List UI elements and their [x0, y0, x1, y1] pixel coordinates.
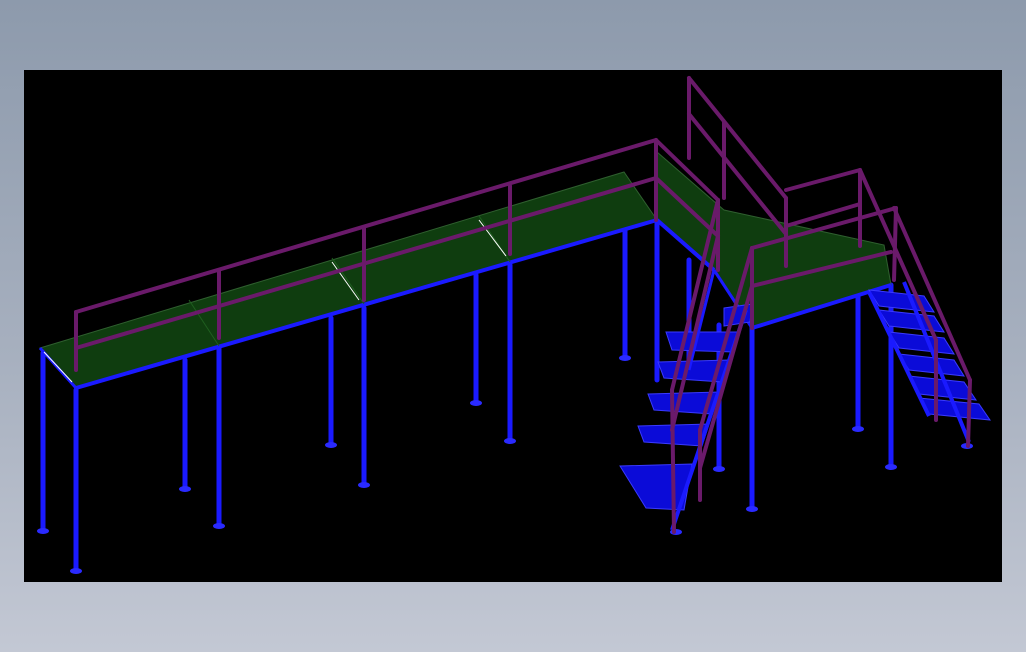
base-plate — [470, 400, 482, 406]
stair-rail — [966, 378, 972, 448]
stringer — [687, 269, 716, 371]
base-plate — [852, 426, 864, 432]
base-plate — [325, 442, 337, 448]
base-plate — [504, 438, 516, 444]
cad-viewport[interactable] — [24, 70, 1002, 582]
base-plate — [619, 355, 631, 361]
base-plate — [358, 482, 370, 488]
rail-post — [670, 388, 676, 534]
top-rail — [784, 168, 862, 192]
column-base-plates — [37, 355, 973, 574]
base-plate — [37, 528, 49, 534]
top-rail — [687, 76, 788, 200]
base-plate — [885, 464, 897, 470]
base-plate — [746, 506, 758, 512]
base-plate — [179, 486, 191, 492]
base-plate — [70, 568, 82, 574]
base-plate — [713, 466, 725, 472]
front-stair — [619, 269, 753, 531]
right-stair — [867, 281, 992, 443]
platform-model-drawing — [37, 76, 992, 574]
base-plate — [213, 523, 225, 529]
